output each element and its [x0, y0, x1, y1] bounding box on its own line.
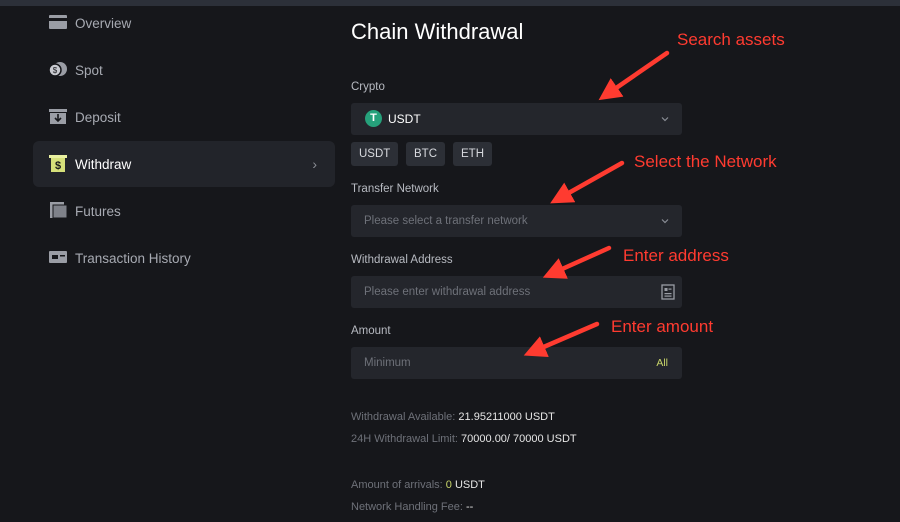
wallet-card-icon: [49, 15, 67, 29]
arrow-search-assets: [598, 50, 670, 101]
all-button[interactable]: All: [656, 347, 668, 379]
sidebar-item-withdraw[interactable]: $ Withdraw ›: [33, 141, 335, 187]
sidebar-item-deposit[interactable]: Deposit: [33, 94, 335, 140]
withdrawal-available-value: 21.95211000 USDT: [458, 411, 555, 423]
withdrawal-limit-label: 24H Withdrawal Limit:: [351, 433, 458, 445]
sidebar-item-label: Deposit: [75, 109, 121, 125]
sidebar-item-overview[interactable]: Overview: [33, 0, 335, 46]
annotation-enter-amount: Enter amount: [611, 317, 714, 336]
deposit-tray-icon: [49, 109, 67, 124]
annotation-enter-address: Enter address: [623, 246, 729, 265]
history-card-icon: [49, 251, 67, 263]
withdrawal-available-row: Withdrawal Available: 21.95211000 USDT: [351, 411, 555, 423]
sidebar-item-label: Overview: [75, 15, 132, 31]
arrow-enter-address: [542, 245, 612, 279]
sidebar-item-futures[interactable]: Futures: [33, 188, 335, 234]
sidebar: Overview $ Spot Deposit $ Withdraw › Fut…: [0, 6, 345, 522]
arrivals-row: Amount of arrivals: 0 USDT: [351, 479, 485, 491]
sidebar-item-label: Futures: [75, 203, 121, 219]
page-title: Chain Withdrawal: [351, 19, 524, 44]
svg-text:$: $: [55, 160, 61, 172]
chevron-down-icon: [661, 117, 669, 122]
withdrawal-available-label: Withdrawal Available:: [351, 411, 456, 423]
withdrawal-limit-value: 70000.00/ 70000 USDT: [461, 433, 577, 445]
arrivals-amount: 0: [445, 479, 452, 491]
sidebar-item-label: Withdraw: [75, 156, 132, 172]
arrivals-label: Amount of arrivals:: [351, 479, 443, 491]
handling-fee-row: Network Handling Fee: --: [351, 501, 473, 513]
transfer-network-placeholder: Please select a transfer network: [364, 215, 528, 227]
arrow-select-network: [550, 160, 625, 204]
withdrawal-limit-row: 24H Withdrawal Limit: 70000.00/ 70000 US…: [351, 433, 577, 445]
dollar-withdraw-icon: $: [49, 155, 67, 172]
annotation-select-network: Select the Network: [634, 152, 777, 171]
arrivals-unit: USDT: [454, 479, 485, 491]
coins-icon: $: [48, 62, 67, 77]
handling-fee-value: --: [465, 501, 474, 513]
annotation-search-assets: Search assets: [677, 30, 785, 49]
sidebar-item-transaction-history[interactable]: Transaction History: [33, 235, 335, 281]
sidebar-item-label: Transaction History: [75, 250, 191, 266]
amount-field: All: [351, 347, 682, 379]
quick-pick-usdt[interactable]: USDT: [351, 142, 399, 166]
crypto-select[interactable]: T USDT: [351, 103, 682, 135]
crypto-selected-value: USDT: [388, 112, 421, 126]
amount-input[interactable]: [364, 347, 644, 379]
quick-pick-btc[interactable]: BTC: [406, 142, 445, 166]
quick-pick-eth[interactable]: ETH: [453, 142, 492, 166]
transfer-network-label: Transfer Network: [351, 183, 439, 195]
chevron-down-icon: [661, 219, 669, 224]
withdrawal-address-input[interactable]: [364, 276, 644, 308]
handling-fee-label: Network Handling Fee:: [351, 501, 463, 513]
withdrawal-address-label: Withdrawal Address: [351, 254, 453, 266]
sidebar-item-spot[interactable]: $ Spot: [33, 47, 335, 93]
crypto-label: Crypto: [351, 81, 385, 93]
svg-text:$: $: [53, 66, 58, 75]
withdrawal-address-field: [351, 276, 682, 308]
sidebar-item-label: Spot: [75, 62, 103, 78]
tether-icon: T: [365, 110, 382, 127]
amount-label: Amount: [351, 325, 391, 337]
transfer-network-select[interactable]: Please select a transfer network: [351, 205, 682, 237]
document-icon: [50, 202, 68, 219]
chevron-right-icon: ›: [312, 156, 317, 172]
address-book-icon[interactable]: [661, 284, 675, 300]
